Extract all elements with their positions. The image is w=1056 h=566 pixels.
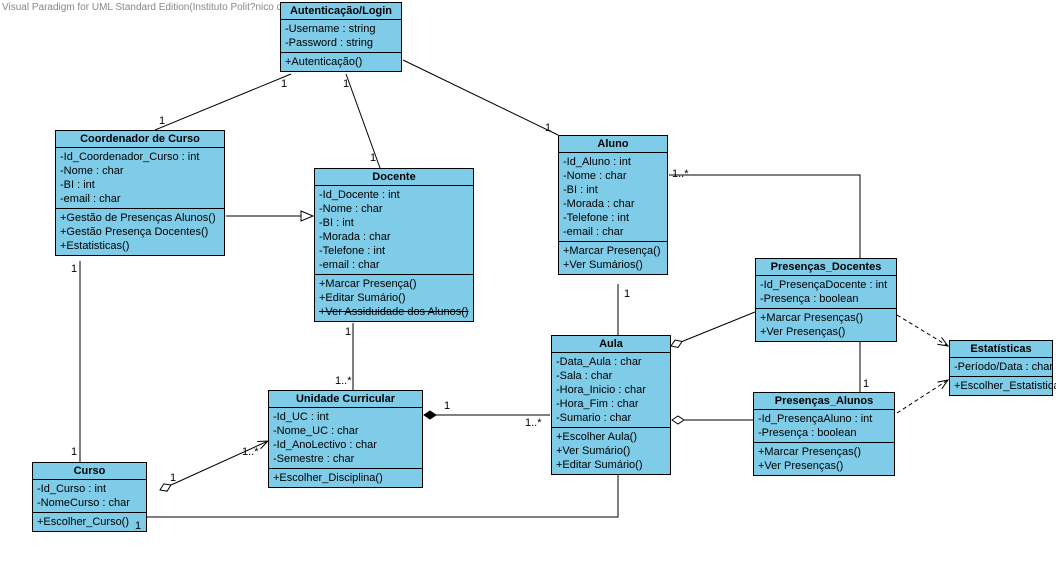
class-op: +Marcar Presença() bbox=[563, 244, 663, 258]
class-attr: -email : char bbox=[60, 192, 220, 206]
class-attr: -Hora_Inicio : char bbox=[556, 383, 666, 397]
class-attr: -Id_Aluno : int bbox=[563, 155, 663, 169]
class-attr: -Nome : char bbox=[60, 164, 220, 178]
class-attr: -BI : int bbox=[319, 216, 469, 230]
class-coordenador: Coordenador de Curso -Id_Coordenador_Cur… bbox=[55, 130, 225, 256]
class-attr: -Id_PresençaAluno : int bbox=[758, 412, 890, 426]
class-attr: -Presença : boolean bbox=[758, 426, 890, 440]
multiplicity: 1 bbox=[624, 288, 630, 300]
class-aluno: Aluno -Id_Aluno : int -Nome : char -BI :… bbox=[558, 135, 668, 275]
class-title: Aula bbox=[552, 336, 670, 353]
class-attr: -email : char bbox=[563, 225, 663, 239]
class-attr: -Sumario : char bbox=[556, 411, 666, 425]
class-attr: -Sala : char bbox=[556, 369, 666, 383]
class-autenticacao: Autenticação/Login -Username : string -P… bbox=[280, 2, 402, 72]
multiplicity: 1..* bbox=[672, 168, 689, 180]
class-attr: -Id_PresençaDocente : int bbox=[760, 278, 892, 292]
class-op: +Marcar Presenças() bbox=[760, 311, 892, 325]
class-op: +Escolher_Curso() bbox=[37, 515, 142, 529]
multiplicity: 1 bbox=[71, 446, 77, 458]
class-title: Presenças_Alunos bbox=[754, 393, 894, 410]
class-op: +Escolher_Disciplina() bbox=[273, 471, 418, 485]
class-op: +Ver Assiduidade dos Alunos() bbox=[319, 305, 469, 319]
class-estatisticas: Estatísticas -Período/Data : char +Escol… bbox=[949, 340, 1053, 396]
class-attr: -Nome : char bbox=[563, 169, 663, 183]
class-attr: -Morada : char bbox=[319, 230, 469, 244]
class-op: +Marcar Presenças() bbox=[758, 445, 890, 459]
class-docente: Docente -Id_Docente : int -Nome : char -… bbox=[314, 168, 474, 322]
uml-connectors bbox=[0, 0, 1056, 566]
class-attr: -Período/Data : char bbox=[954, 360, 1048, 374]
class-op: +Ver Presenças() bbox=[760, 325, 892, 339]
class-attr: -Semestre : char bbox=[273, 452, 418, 466]
class-attr: -Telefone : int bbox=[563, 211, 663, 225]
class-title: Autenticação/Login bbox=[281, 3, 401, 20]
class-attr: -Id_UC : int bbox=[273, 410, 418, 424]
multiplicity: 1 bbox=[370, 152, 376, 164]
class-attr: -NomeCurso : char bbox=[37, 496, 142, 510]
multiplicity: 1 bbox=[343, 78, 349, 90]
class-attr: -BI : int bbox=[563, 183, 663, 197]
class-op: +Ver Presenças() bbox=[758, 459, 890, 473]
class-presencas-alunos: Presenças_Alunos -Id_PresençaAluno : int… bbox=[753, 392, 895, 476]
class-unidade-curricular: Unidade Curricular -Id_UC : int -Nome_UC… bbox=[268, 390, 423, 488]
class-op: +Gestão de Presenças Alunos() bbox=[60, 211, 220, 225]
class-attr: -Morada : char bbox=[563, 197, 663, 211]
class-op: +Gestão Presença Docentes() bbox=[60, 225, 220, 239]
multiplicity: 1..* bbox=[525, 417, 542, 429]
class-op: +Estatisticas() bbox=[60, 239, 220, 253]
multiplicity: 1 bbox=[159, 115, 165, 127]
class-presencas-docentes: Presenças_Docentes -Id_PresençaDocente :… bbox=[755, 258, 897, 342]
class-title: Docente bbox=[315, 169, 473, 186]
multiplicity: 1..* bbox=[242, 446, 259, 458]
multiplicity: 1 bbox=[545, 122, 551, 134]
class-attr: -Id_Coordenador_Curso : int bbox=[60, 150, 220, 164]
multiplicity: 1 bbox=[863, 378, 869, 390]
class-attr: -Telefone : int bbox=[319, 244, 469, 258]
multiplicity: 1 bbox=[71, 263, 77, 275]
class-title: Aluno bbox=[559, 136, 667, 153]
class-op: +Editar Sumário() bbox=[319, 291, 469, 305]
class-op: +Marcar Presença() bbox=[319, 277, 469, 291]
class-title: Coordenador de Curso bbox=[56, 131, 224, 148]
multiplicity: 1 bbox=[281, 78, 287, 90]
class-op: +Editar Sumário() bbox=[556, 458, 666, 472]
class-op: +Ver Sumário() bbox=[556, 444, 666, 458]
class-attr: -email : char bbox=[319, 258, 469, 272]
class-title: Unidade Curricular bbox=[269, 391, 422, 408]
class-attr: -BI : int bbox=[60, 178, 220, 192]
class-attr: -Hora_Fim : char bbox=[556, 397, 666, 411]
class-title: Curso bbox=[33, 463, 146, 480]
class-attr: -Nome_UC : char bbox=[273, 424, 418, 438]
multiplicity: 1 bbox=[345, 326, 351, 338]
class-op: +Escolher Aula() bbox=[556, 430, 666, 444]
class-op: +Autenticação() bbox=[285, 55, 397, 69]
multiplicity: 1..* bbox=[335, 375, 352, 387]
watermark-text: Visual Paradigm for UML Standard Edition… bbox=[2, 2, 314, 13]
class-attr: -Nome : char bbox=[319, 202, 469, 216]
class-attr: -Id_Curso : int bbox=[37, 482, 142, 496]
multiplicity: 1 bbox=[444, 400, 450, 412]
class-attr: -Data_Aula : char bbox=[556, 355, 666, 369]
class-attr: -Password : string bbox=[285, 36, 397, 50]
class-op: +Escolher_Estatisticas() bbox=[954, 379, 1048, 393]
class-attr: -Id_AnoLectivo : char bbox=[273, 438, 418, 452]
class-title: Presenças_Docentes bbox=[756, 259, 896, 276]
multiplicity: 1 bbox=[135, 520, 141, 532]
class-attr: -Id_Docente : int bbox=[319, 188, 469, 202]
class-aula: Aula -Data_Aula : char -Sala : char -Hor… bbox=[551, 335, 671, 475]
class-title: Estatísticas bbox=[950, 341, 1052, 358]
class-op: +Ver Sumários() bbox=[563, 258, 663, 272]
class-attr: -Presença : boolean bbox=[760, 292, 892, 306]
class-curso: Curso -Id_Curso : int -NomeCurso : char … bbox=[32, 462, 147, 532]
multiplicity: 1 bbox=[170, 472, 176, 484]
class-attr: -Username : string bbox=[285, 22, 397, 36]
